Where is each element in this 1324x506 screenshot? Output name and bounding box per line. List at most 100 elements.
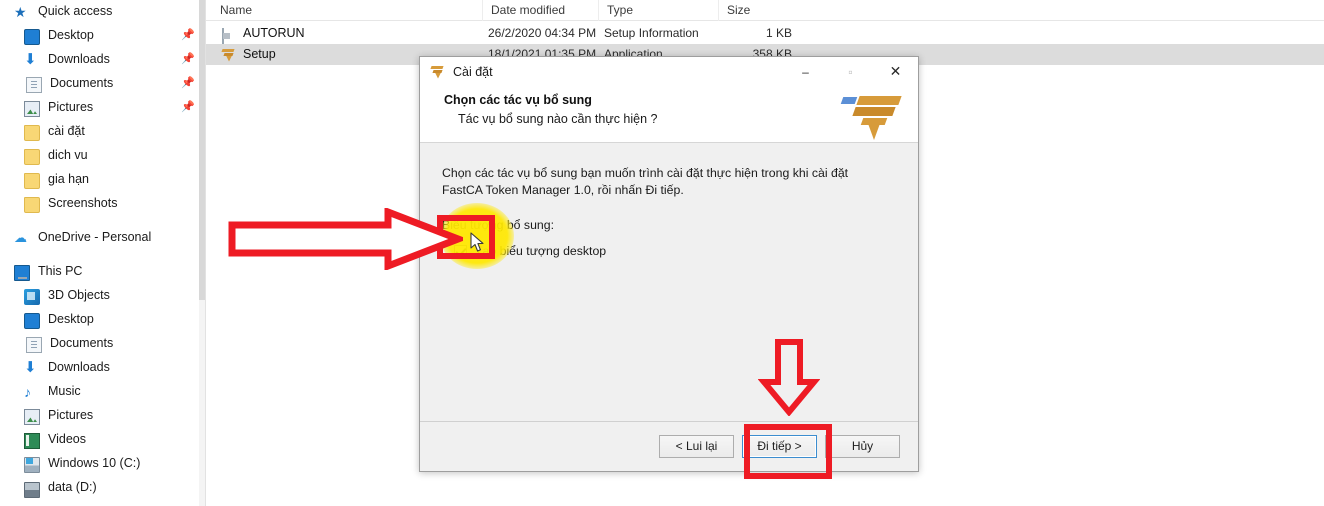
- file-name-cell[interactable]: AUTORUN: [220, 23, 305, 44]
- sidebar-item-gia-han[interactable]: gia hạn: [0, 168, 205, 192]
- sidebar-item-label: Downloads: [48, 360, 110, 375]
- table-row[interactable]: AUTORUN 26/2/2020 04:34 PM Setup Informa…: [206, 23, 1324, 44]
- sidebar-item-this-pc[interactable]: This PC: [0, 260, 205, 284]
- download-icon: ⬇: [24, 51, 37, 68]
- file-size-cell: 1 KB: [765, 26, 792, 40]
- sidebar-item-label: Pictures: [48, 408, 94, 423]
- dialog-body: Chọn các tác vụ bổ sung bạn muốn trình c…: [420, 143, 918, 422]
- setup-dialog[interactable]: Cài đặt – ▫ ✕ Chọn các tác vụ bổ sung Tá…: [419, 56, 919, 472]
- desktop-icon: [24, 29, 40, 45]
- sidebar-item-pc-downloads[interactable]: ⬇ Downloads: [0, 356, 205, 380]
- file-date-cell: 26/2/2020 04:34 PM: [488, 26, 597, 40]
- pin-icon[interactable]: 📌: [181, 53, 195, 65]
- back-button[interactable]: < Lui lại: [659, 434, 734, 458]
- window-controls[interactable]: – ▫ ✕: [783, 57, 918, 86]
- fastca-logo-icon: [840, 94, 902, 140]
- checkbox-label: Tạo biểu tượng desktop: [475, 244, 607, 258]
- sidebar-item-data-d[interactable]: data (D:): [0, 476, 205, 500]
- document-icon: [26, 76, 42, 93]
- sidebar-item-label: Documents: [50, 76, 114, 91]
- dialog-footer: < Lui lại Đi tiếp > Hủy: [420, 422, 918, 470]
- pictures-icon: [24, 101, 40, 117]
- pin-star-icon: ★: [14, 4, 27, 20]
- additional-icons-group-label: Biểu tượng bổ sung:: [442, 218, 555, 232]
- fastca-app-icon: [220, 47, 236, 63]
- sidebar-item-label: OneDrive - Personal: [38, 230, 152, 245]
- this-pc-icon: [14, 264, 30, 281]
- sidebar-item-label: Desktop: [48, 28, 94, 43]
- screenshot-root: ★ Quick access Desktop 📌 ⬇ Downloads 📌 D…: [0, 0, 1324, 506]
- sidebar-item-videos[interactable]: Videos: [0, 428, 205, 452]
- sidebar-item-quick-access[interactable]: ★ Quick access: [0, 0, 205, 24]
- create-desktop-icon-checkbox-row[interactable]: Tạo biểu tượng desktop: [442, 244, 896, 258]
- sidebar-item-label: 3D Objects: [48, 288, 110, 303]
- dialog-title-bar[interactable]: Cài đặt – ▫ ✕: [420, 57, 918, 86]
- column-header-type[interactable]: Type: [598, 0, 718, 21]
- next-button[interactable]: Đi tiếp >: [742, 434, 817, 458]
- sidebar-item-label: gia hạn: [48, 172, 90, 187]
- dialog-description: Chọn các tác vụ bổ sung bạn muốn trình c…: [442, 166, 849, 197]
- sidebar-item-cai-dat[interactable]: cài đặt: [0, 120, 205, 144]
- video-icon: [24, 432, 40, 449]
- sidebar-item-label: Downloads: [48, 52, 110, 67]
- column-header-name[interactable]: Name: [212, 0, 482, 21]
- music-icon: ♪: [24, 384, 31, 400]
- cloud-icon: ☁: [14, 230, 27, 245]
- file-type-cell: Setup Information: [604, 26, 699, 40]
- checkbox-icon[interactable]: [454, 244, 467, 258]
- sidebar-item-label: cài đặt: [48, 124, 85, 139]
- download-icon: ⬇: [24, 359, 37, 376]
- file-list-column-headers: Name Date modified Type Size: [206, 0, 1324, 21]
- column-header-size[interactable]: Size: [718, 0, 798, 21]
- sidebar-item-screenshots[interactable]: Screenshots: [0, 192, 205, 216]
- fastca-app-icon: [429, 64, 445, 80]
- sidebar-item-label: Videos: [48, 432, 86, 447]
- nav-group-separator: [0, 250, 205, 260]
- pin-icon[interactable]: 📌: [181, 77, 195, 89]
- sidebar-item-onedrive[interactable]: ☁ OneDrive - Personal: [0, 226, 205, 250]
- disk-drive-icon: [24, 482, 40, 498]
- close-button[interactable]: ✕: [873, 57, 918, 86]
- dialog-header: Chọn các tác vụ bổ sung Tác vụ bổ sung n…: [420, 86, 918, 143]
- sidebar-item-music[interactable]: ♪ Music: [0, 380, 205, 404]
- cancel-button[interactable]: Hủy: [825, 434, 900, 458]
- sidebar-item-downloads[interactable]: ⬇ Downloads 📌: [0, 48, 205, 72]
- desktop-icon: [24, 313, 40, 329]
- pin-icon[interactable]: 📌: [181, 29, 195, 41]
- folder-icon: [24, 173, 40, 189]
- sidebar-item-dich-vu[interactable]: dich vu: [0, 144, 205, 168]
- sidebar-item-label: Documents: [50, 336, 114, 351]
- pictures-icon: [24, 409, 40, 425]
- sidebar-item-pc-desktop[interactable]: Desktop: [0, 308, 205, 332]
- sidebar-item-label: Pictures: [48, 100, 94, 115]
- sidebar-item-label: This PC: [38, 264, 83, 279]
- sidebar-item-pc-documents[interactable]: Documents: [0, 332, 205, 356]
- column-header-date-modified[interactable]: Date modified: [482, 0, 598, 21]
- sidebar-item-label: Windows 10 (C:): [48, 456, 141, 471]
- sidebar-item-label: Quick access: [38, 4, 113, 19]
- file-name-cell[interactable]: Setup: [220, 44, 276, 65]
- maximize-button: ▫: [848, 64, 853, 79]
- sidebar-item-label: Desktop: [48, 312, 94, 327]
- sidebar-item-pictures[interactable]: Pictures 📌: [0, 96, 205, 120]
- sidebar-item-desktop[interactable]: Desktop 📌: [0, 24, 205, 48]
- setup-information-icon: [220, 26, 236, 44]
- folder-icon: [24, 149, 40, 165]
- dialog-title: Cài đặt: [453, 64, 493, 79]
- minimize-button[interactable]: –: [783, 57, 828, 86]
- sidebar-item-label: Screenshots: [48, 196, 118, 211]
- sidebar-item-label: dich vu: [48, 148, 88, 163]
- hard-drive-icon: [24, 457, 40, 473]
- sidebar-item-pc-pictures[interactable]: Pictures: [0, 404, 205, 428]
- pin-icon[interactable]: 📌: [181, 101, 195, 113]
- folder-icon: [24, 125, 40, 141]
- sidebar-item-3d-objects[interactable]: 3D Objects: [0, 284, 205, 308]
- sidebar-item-documents[interactable]: Documents 📌: [0, 72, 205, 96]
- document-icon: [26, 336, 42, 353]
- file-name-label: AUTORUN: [243, 26, 305, 40]
- folder-icon: [24, 197, 40, 213]
- sidebar-item-label: data (D:): [48, 480, 97, 495]
- sidebar-item-label: Music: [48, 384, 81, 399]
- sidebar-item-windows-c[interactable]: Windows 10 (C:): [0, 452, 205, 476]
- explorer-nav-pane[interactable]: ★ Quick access Desktop 📌 ⬇ Downloads 📌 D…: [0, 0, 205, 506]
